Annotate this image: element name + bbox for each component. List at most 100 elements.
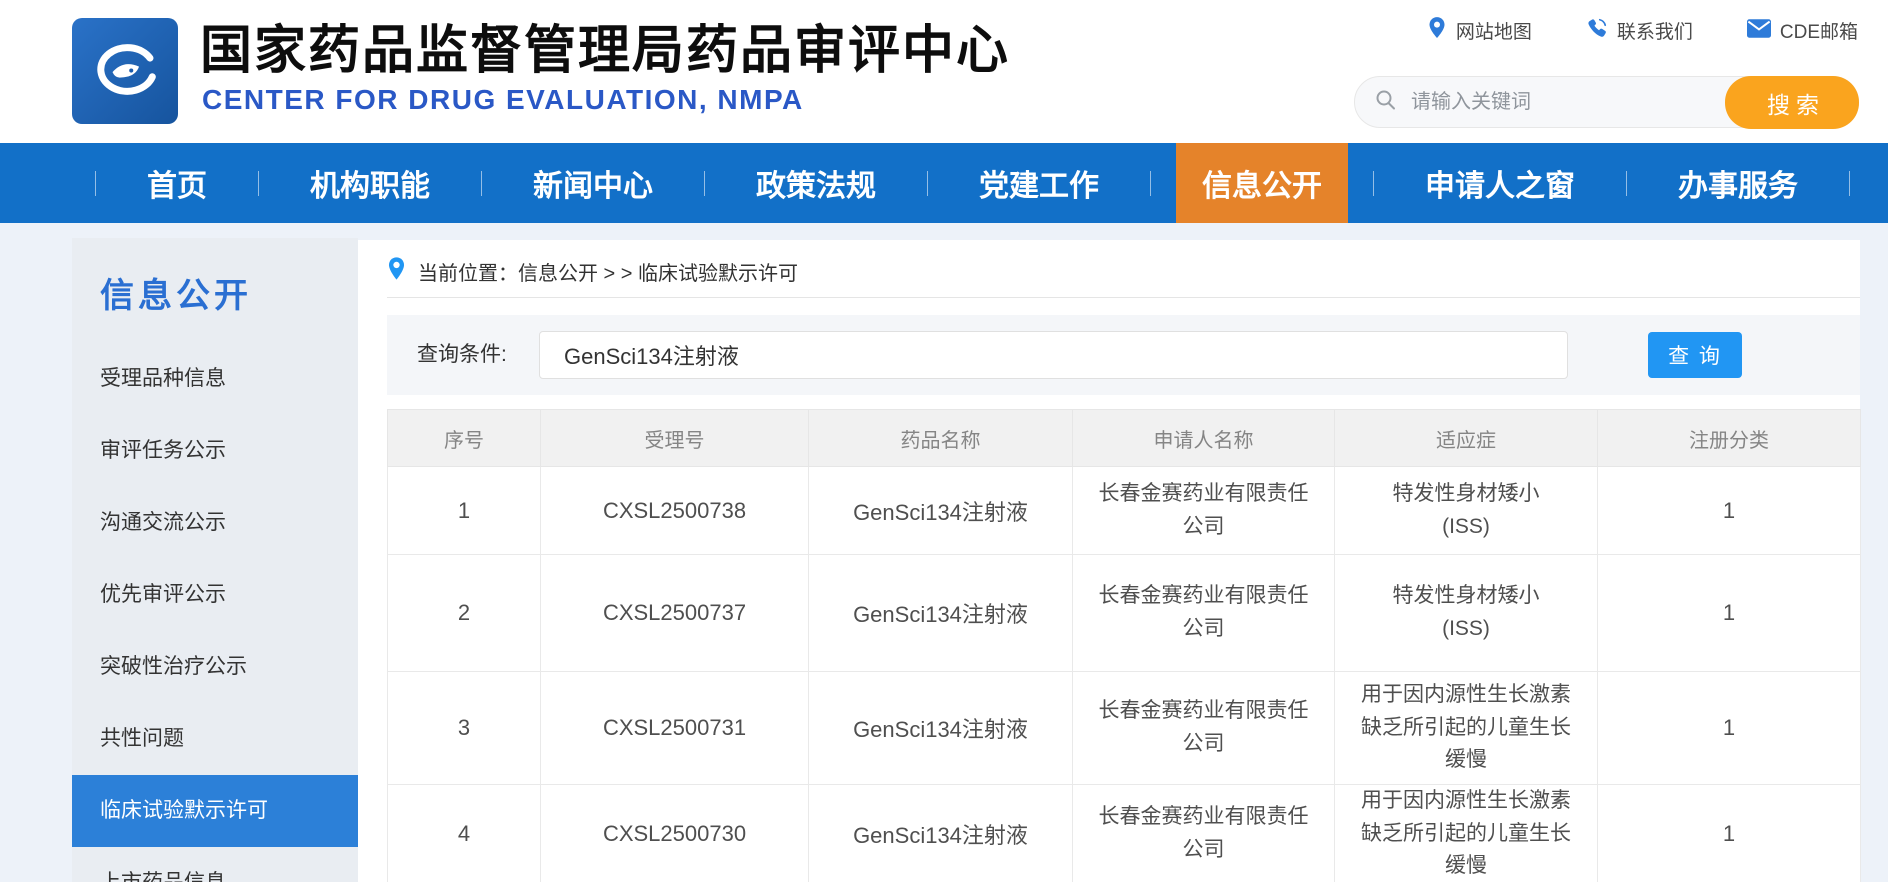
- nav-divider: [1626, 171, 1627, 196]
- table-header-cell: 注册分类: [1598, 410, 1861, 467]
- sitemap-label: 网站地图: [1456, 17, 1532, 44]
- nav-divider: [927, 171, 928, 196]
- nav-item[interactable]: 机构职能: [233, 143, 456, 223]
- nav-item-label[interactable]: 信息公开: [1176, 143, 1348, 223]
- table-header-cell: 药品名称: [809, 410, 1073, 467]
- cell-seq: 4: [388, 785, 541, 882]
- search-button[interactable]: 搜索: [1725, 76, 1859, 129]
- table-header-cell: 适应症: [1335, 410, 1598, 467]
- sidebar-item[interactable]: 共性问题: [72, 703, 358, 775]
- nav-divider: [1150, 171, 1151, 196]
- sidebar-item[interactable]: 上市药品信息: [72, 847, 358, 882]
- table-body: 1 CXSL2500738 GenSci134注射液 长春金赛药业有限责任 公司…: [388, 467, 1861, 882]
- nav-item-label[interactable]: 机构职能: [284, 143, 456, 223]
- cell-seq: 3: [388, 672, 541, 785]
- cell-drug-name: GenSci134注射液: [809, 785, 1073, 882]
- cde-nmpa-page: 国家药品监督管理局药品审评中心 CENTER FOR DRUG EVALUATI…: [0, 0, 1888, 882]
- nav-item-label[interactable]: 办事服务: [1652, 143, 1824, 223]
- mailbox-label: CDE邮箱: [1780, 17, 1858, 44]
- cell-indication: 用于因内源性生长激素 缺乏所引起的儿童生长 缓慢: [1335, 672, 1598, 785]
- cell-indication: 特发性身材矮小 (ISS): [1335, 555, 1598, 672]
- cell-registration-class: 1: [1598, 672, 1861, 785]
- cell-seq: 2: [388, 555, 541, 672]
- nav-divider: [1373, 171, 1374, 196]
- sidebar-item[interactable]: 审评任务公示: [72, 415, 358, 487]
- cell-acceptance-no: CXSL2500730: [541, 785, 809, 882]
- query-panel: 查询条件: 查 询: [387, 315, 1860, 395]
- cell-indication: 用于因内源性生长激素 缺乏所引起的儿童生长 缓慢: [1335, 785, 1598, 882]
- table-row: 2 CXSL2500737 GenSci134注射液 长春金赛药业有限责任 公司…: [388, 555, 1861, 672]
- breadcrumb: 当前位置：信息公开 > > 临床试验默示许可: [387, 256, 1860, 298]
- breadcrumb-text: 当前位置：信息公开 > > 临床试验默示许可: [418, 257, 798, 286]
- contact-label: 联系我们: [1617, 17, 1693, 44]
- table-row: 4 CXSL2500730 GenSci134注射液 长春金赛药业有限责任 公司…: [388, 785, 1861, 882]
- nav-item[interactable]: 申请人之窗: [1348, 143, 1601, 223]
- sidebar-item[interactable]: 沟通交流公示: [72, 487, 358, 559]
- cell-registration-class: 1: [1598, 467, 1861, 555]
- nav-item[interactable]: 党建工作: [902, 143, 1125, 223]
- cell-drug-name: GenSci134注射液: [809, 467, 1073, 555]
- nav-item[interactable]: 信息公开: [1125, 143, 1348, 223]
- cell-registration-class: 1: [1598, 555, 1861, 672]
- nav-divider: [481, 171, 482, 196]
- cell-applicant: 长春金赛药业有限责任 公司: [1073, 785, 1335, 882]
- nav-item-label[interactable]: 申请人之窗: [1399, 143, 1601, 223]
- table-header-cell: 受理号: [541, 410, 809, 467]
- mailbox-link[interactable]: CDE邮箱: [1747, 17, 1858, 44]
- query-button[interactable]: 查 询: [1648, 332, 1742, 378]
- header: 国家药品监督管理局药品审评中心 CENTER FOR DRUG EVALUATI…: [0, 0, 1888, 143]
- cell-applicant: 长春金赛药业有限责任 公司: [1073, 467, 1335, 555]
- nav-item[interactable]: 首页: [70, 143, 233, 223]
- sidebar-item[interactable]: 临床试验默示许可: [72, 775, 358, 847]
- nav-item[interactable]: 监督与反馈: [1824, 143, 1888, 223]
- table-row: 1 CXSL2500738 GenSci134注射液 长春金赛药业有限责任 公司…: [388, 467, 1861, 555]
- location-pin-icon: [387, 256, 406, 286]
- nav-divider: [704, 171, 705, 196]
- cde-logo[interactable]: [72, 18, 178, 124]
- sidebar-item[interactable]: 突破性治疗公示: [72, 631, 358, 703]
- site-title: 国家药品监督管理局药品审评中心: [200, 8, 1010, 83]
- table-header-cell: 序号: [388, 410, 541, 467]
- contact-link[interactable]: 联系我们: [1586, 17, 1693, 44]
- table-header-cell: 申请人名称: [1073, 410, 1335, 467]
- nav-item-label[interactable]: 首页: [121, 143, 233, 223]
- sidebar-menu: 受理品种信息 审评任务公示 沟通交流公示 优先审评公示 突破性治疗公示 共性问题…: [72, 343, 358, 882]
- cell-drug-name: GenSci134注射液: [809, 555, 1073, 672]
- sidebar-item[interactable]: 受理品种信息: [72, 343, 358, 415]
- nav-divider: [1849, 171, 1850, 196]
- cell-drug-name: GenSci134注射液: [809, 672, 1073, 785]
- content-panel: 当前位置：信息公开 > > 临床试验默示许可 查询条件: 查 询 序号 受理号: [358, 240, 1860, 882]
- nav-item-label[interactable]: 新闻中心: [507, 143, 679, 223]
- cell-registration-class: 1: [1598, 785, 1861, 882]
- nav-item-label[interactable]: 党建工作: [953, 143, 1125, 223]
- query-input[interactable]: [539, 331, 1568, 379]
- cell-applicant: 长春金赛药业有限责任 公司: [1073, 672, 1335, 785]
- sidebar-item[interactable]: 优先审评公示: [72, 559, 358, 631]
- nav-item[interactable]: 新闻中心: [456, 143, 679, 223]
- site-search: 搜索: [1354, 76, 1859, 128]
- cell-acceptance-no: CXSL2500738: [541, 467, 809, 555]
- nav-item[interactable]: 办事服务: [1601, 143, 1824, 223]
- sitemap-link[interactable]: 网站地图: [1427, 16, 1532, 45]
- sidebar-title: 信息公开: [100, 268, 358, 317]
- table-header-row: 序号 受理号 药品名称 申请人名称 适应症 注册分类: [388, 410, 1861, 467]
- phone-icon: [1586, 17, 1608, 44]
- nav-item-label[interactable]: 监督与反馈: [1875, 143, 1888, 223]
- search-icon: [1375, 89, 1397, 116]
- site-subtitle: CENTER FOR DRUG EVALUATION, NMPA: [202, 84, 804, 116]
- table-row: 3 CXSL2500731 GenSci134注射液 长春金赛药业有限责任 公司…: [388, 672, 1861, 785]
- cell-indication: 特发性身材矮小 (ISS): [1335, 467, 1598, 555]
- utility-links: 网站地图 联系我们 CDE邮箱: [1427, 16, 1858, 45]
- nav-item[interactable]: 政策法规: [679, 143, 902, 223]
- nav-item-label[interactable]: 政策法规: [730, 143, 902, 223]
- map-pin-icon: [1427, 16, 1447, 45]
- nav-divider: [258, 171, 259, 196]
- cell-seq: 1: [388, 467, 541, 555]
- results-table: 序号 受理号 药品名称 申请人名称 适应症 注册分类: [387, 409, 1861, 882]
- main-nav: 首页 机构职能 新闻中心 政策法规: [0, 143, 1888, 223]
- cell-acceptance-no: CXSL2500737: [541, 555, 809, 672]
- cell-applicant: 长春金赛药业有限责任 公司: [1073, 555, 1335, 672]
- sidebar: 信息公开 受理品种信息 审评任务公示 沟通交流公示 优先审评公示 突破性治疗公示…: [72, 238, 358, 882]
- page-body: 信息公开 受理品种信息 审评任务公示 沟通交流公示 优先审评公示 突破性治疗公示…: [0, 223, 1888, 882]
- cell-acceptance-no: CXSL2500731: [541, 672, 809, 785]
